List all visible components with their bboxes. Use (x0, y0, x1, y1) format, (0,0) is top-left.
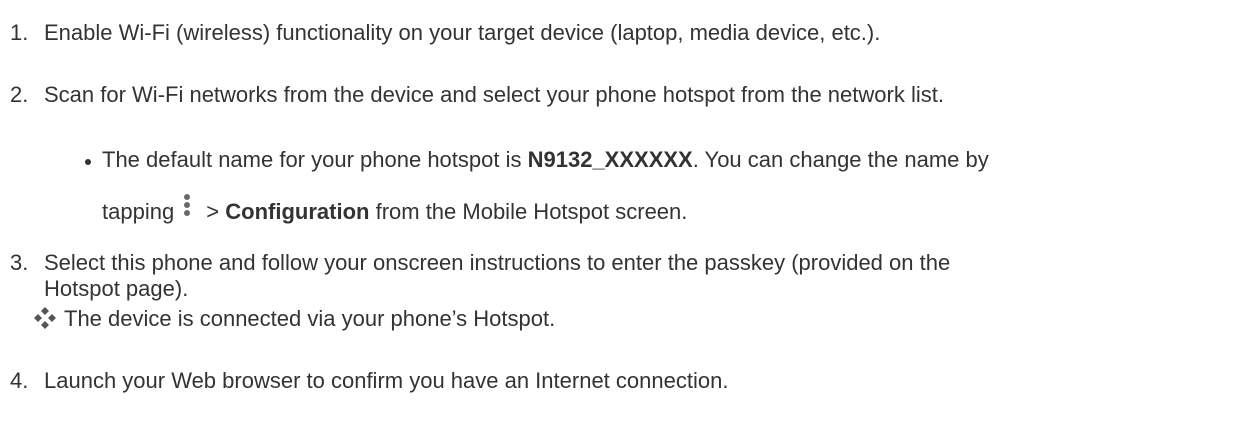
more-vertical-icon (180, 194, 194, 222)
step-text: Scan for Wi-Fi networks from the device … (44, 82, 944, 107)
note-line-1: The default name for your phone hotspot … (102, 147, 989, 173)
note-text: The default name for your phone hotspot … (102, 147, 528, 172)
document-page: { "steps": [ { "number": "1.", "text": "… (0, 0, 1247, 427)
note-line-2: tapping > Configuration from the Mobile … (102, 194, 687, 228)
step-4: 4. Launch your Web browser to confirm yo… (0, 368, 1247, 396)
step-text: Launch your Web browser to confirm you h… (44, 368, 729, 393)
step-text: Select this phone and follow your onscre… (44, 250, 951, 275)
step-text: Enable Wi-Fi (wireless) functionality on… (44, 20, 881, 45)
diamond-result-icon (34, 307, 56, 329)
note-text: . You can change the name by (692, 147, 989, 172)
step-3-continued: Hotspot page). (44, 276, 188, 302)
step-number: 4. (10, 368, 29, 393)
note-text: tapping (102, 199, 175, 224)
result-text: The device is connected via your phone’s… (64, 306, 556, 331)
step-number: 1. (10, 20, 29, 45)
step-2: 2. Scan for Wi-Fi networks from the devi… (0, 82, 1247, 110)
step-number: 3. (10, 250, 29, 275)
result-line: The device is connected via your phone’s… (64, 306, 555, 332)
bullet-dot (85, 159, 91, 165)
separator: > (200, 199, 226, 224)
step-text: Hotspot page). (44, 276, 189, 301)
step-number: 2. (10, 82, 29, 107)
note-text: from the Mobile Hotspot screen. (369, 199, 688, 224)
hotspot-name: N9132_XXXXXX (527, 147, 693, 172)
configuration-label: Configuration (225, 199, 370, 224)
step-1: 1. Enable Wi-Fi (wireless) functionality… (0, 20, 1247, 48)
step-3: 3. Select this phone and follow your ons… (0, 250, 1247, 278)
